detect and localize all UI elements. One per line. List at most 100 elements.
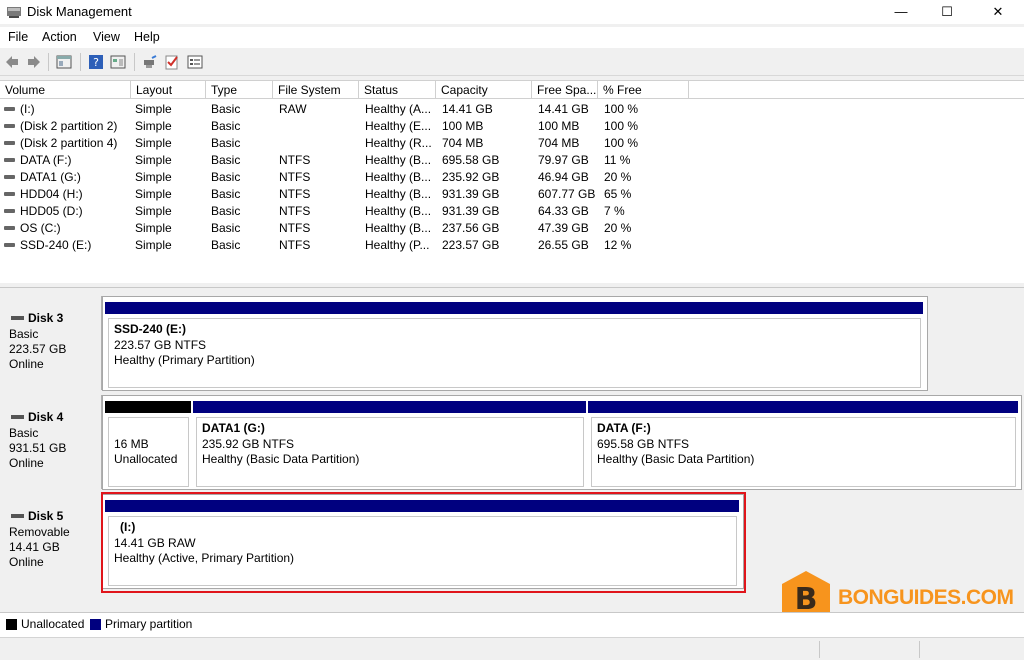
table-row[interactable]: HDD05 (D:) Simple Basic NTFS Healthy (B... 93…	[0, 203, 1024, 220]
disk-name: Disk 3	[28, 311, 64, 325]
partition-data1[interactable]: DATA1 (G:) 235.92 GB NTFS Healthy (Basic…	[193, 401, 586, 487]
cell-layout: Simple	[135, 187, 172, 201]
column-header-filler	[689, 81, 1024, 99]
disk-size: 14.41 GB	[9, 540, 60, 554]
unallocated-bar	[105, 401, 191, 413]
volume-drive-icon	[4, 175, 15, 179]
partition-box: 16 MB Unallocated	[108, 417, 189, 487]
cell-percent-free: 100 %	[604, 119, 639, 133]
cell-status: Healthy (B...	[365, 187, 432, 201]
partition-size: 223.57 GB NTFS	[114, 338, 207, 352]
partition-ssd-240[interactable]: SSD-240 (E:) 223.57 GB NTFS Healthy (Pri…	[105, 302, 923, 388]
cell-capacity: 235.92 GB	[442, 170, 500, 184]
help-icon[interactable]: ?	[88, 54, 104, 70]
partition-box: SSD-240 (E:) 223.57 GB NTFS Healthy (Pri…	[108, 318, 921, 388]
table-row[interactable]: OS (C:) Simple Basic NTFS Healthy (B... 237.5…	[0, 220, 1024, 237]
checklist-icon[interactable]	[164, 54, 180, 70]
partition-name: DATA1 (G:)	[202, 421, 265, 435]
disk-map: Disk 3 Basic 223.57 GB Online SSD-240 (E…	[0, 287, 1024, 625]
minimize-button[interactable]: —	[878, 0, 924, 24]
disk-3-label[interactable]: Disk 3 Basic 223.57 GB Online	[2, 296, 102, 390]
cell-capacity: 695.58 GB	[442, 153, 500, 167]
toolbar-separator	[48, 53, 49, 71]
partition-status: Healthy (Primary Partition)	[114, 353, 255, 367]
table-row[interactable]: DATA1 (G:) Simple Basic NTFS Healthy (B... 23…	[0, 169, 1024, 186]
cell-capacity: 100 MB	[442, 119, 484, 133]
column-header-percent-free[interactable]: % Free	[598, 81, 689, 99]
settings-list-icon[interactable]	[187, 54, 203, 70]
table-row[interactable]: (Disk 2 partition 2) Simple Basic Healthy (…	[0, 118, 1024, 135]
status-separator	[819, 641, 820, 658]
menu-view[interactable]: View	[93, 30, 120, 44]
forward-arrow-icon[interactable]	[26, 54, 42, 70]
column-header-volume[interactable]: Volume	[0, 81, 131, 99]
cell-capacity: 931.39 GB	[442, 204, 500, 218]
table-row[interactable]: (Disk 2 partition 4) Simple Basic Healthy (…	[0, 135, 1024, 152]
cell-percent-free: 100 %	[604, 136, 639, 150]
status-bar	[0, 637, 1024, 660]
partition-data[interactable]: DATA (F:) 695.58 GB NTFS Healthy (Basic …	[588, 401, 1018, 487]
cell-layout: Simple	[135, 119, 172, 133]
volume-drive-icon	[4, 124, 15, 128]
column-header-type[interactable]: Type	[206, 81, 273, 99]
table-row[interactable]: HDD04 (H:) Simple Basic NTFS Healthy (B... 93…	[0, 186, 1024, 203]
menu-action[interactable]: Action	[42, 30, 77, 44]
partition-size: 235.92 GB NTFS	[202, 437, 295, 451]
legend-unallocated-label: Unallocated	[21, 617, 85, 631]
menu-file[interactable]: File	[8, 30, 28, 44]
table-row[interactable]: SSD-240 (E:) Simple Basic NTFS Healthy (P...…	[0, 237, 1024, 254]
cell-type: Basic	[211, 119, 241, 133]
properties-icon[interactable]	[110, 54, 126, 70]
cell-status: Healthy (E...	[365, 119, 432, 133]
table-row[interactable]: (I:) Simple Basic RAW Healthy (A... 14.41 GB 1…	[0, 101, 1024, 118]
legend-primary-label: Primary partition	[105, 617, 193, 631]
cell-file-system: NTFS	[279, 153, 311, 167]
disk-kind: Basic	[9, 327, 39, 341]
connect-disk-icon[interactable]	[142, 54, 158, 70]
cell-layout: Simple	[135, 136, 172, 150]
cell-percent-free: 20 %	[604, 170, 632, 184]
column-header-file-system[interactable]: File System	[273, 81, 359, 99]
cell-free-space: 607.77 GB	[538, 187, 596, 201]
legend-primary-swatch	[90, 619, 101, 630]
disk-4-label[interactable]: Disk 4 Basic 931.51 GB Online	[2, 395, 102, 489]
partition-box: DATA1 (G:) 235.92 GB NTFS Healthy (Basic…	[196, 417, 584, 487]
partition-name: SSD-240 (E:)	[114, 322, 187, 336]
console-tree-icon[interactable]	[56, 54, 72, 70]
cell-free-space: 14.41 GB	[538, 102, 589, 116]
legend: Unallocated Primary partition	[0, 612, 1024, 637]
partition-unallocated[interactable]: 16 MB Unallocated	[105, 401, 191, 487]
table-row[interactable]: DATA (F:) Simple Basic NTFS Healthy (B... 695…	[0, 152, 1024, 169]
menu-help[interactable]: Help	[134, 30, 160, 44]
primary-partition-bar	[193, 401, 586, 413]
cell-free-space: 79.97 GB	[538, 153, 589, 167]
column-header-capacity[interactable]: Capacity	[436, 81, 532, 99]
cell-status: Healthy (R...	[365, 136, 432, 150]
cell-volume: DATA1 (G:)	[20, 170, 81, 184]
cell-file-system: NTFS	[279, 204, 311, 218]
column-header-layout[interactable]: Layout	[131, 81, 206, 99]
cell-layout: Simple	[135, 102, 172, 116]
partition-name: DATA (F:)	[597, 421, 651, 435]
disk-5-label[interactable]: Disk 5 Removable 14.41 GB Online	[2, 494, 102, 588]
close-button[interactable]: ✕	[975, 0, 1021, 24]
column-header-free-space[interactable]: Free Spa...	[532, 81, 598, 99]
cell-free-space: 704 MB	[538, 136, 580, 150]
volume-list: Volume Layout Type File System Status Ca…	[0, 80, 1024, 283]
cell-layout: Simple	[135, 204, 172, 218]
title-bar: Disk Management — ☐ ✕	[0, 0, 1024, 24]
column-header-status[interactable]: Status	[359, 81, 436, 99]
cell-type: Basic	[211, 170, 241, 184]
cell-volume: (Disk 2 partition 4)	[20, 136, 118, 150]
disk-size: 223.57 GB	[9, 342, 67, 356]
disk-size: 931.51 GB	[9, 441, 67, 455]
volume-drive-icon	[4, 209, 15, 213]
cell-file-system: NTFS	[279, 238, 311, 252]
disk-kind: Removable	[9, 525, 70, 539]
cell-capacity: 704 MB	[442, 136, 484, 150]
cell-status: Healthy (B...	[365, 170, 432, 184]
back-arrow-icon[interactable]	[4, 54, 20, 70]
cell-volume: OS (C:)	[20, 221, 61, 235]
maximize-button[interactable]: ☐	[924, 0, 970, 24]
cell-percent-free: 11 %	[604, 153, 631, 167]
